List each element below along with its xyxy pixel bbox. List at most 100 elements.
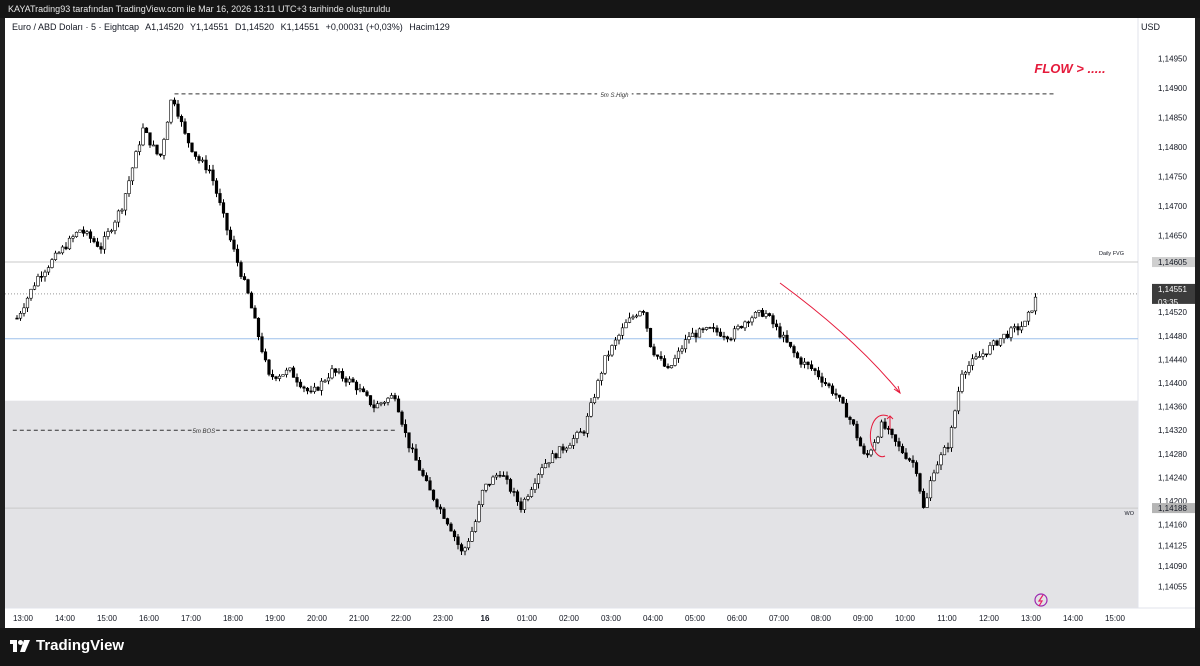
x-tick-label: 18:00 bbox=[223, 614, 244, 623]
candle-body bbox=[365, 391, 369, 396]
candle-body bbox=[781, 334, 786, 338]
candle-body bbox=[193, 151, 198, 157]
candle-body bbox=[155, 144, 159, 155]
x-tick-label: 04:00 bbox=[643, 614, 664, 623]
candle-body bbox=[603, 355, 607, 374]
candle-body bbox=[494, 474, 499, 478]
x-tick-label: 23:00 bbox=[433, 614, 454, 623]
candle-body bbox=[484, 483, 488, 491]
candle-body bbox=[29, 288, 33, 299]
candle-body bbox=[400, 411, 404, 425]
candle-body bbox=[39, 276, 44, 278]
candle-body bbox=[949, 427, 954, 449]
candle-body bbox=[921, 490, 926, 508]
candle-body bbox=[739, 325, 744, 329]
candle-body bbox=[64, 246, 68, 250]
candle-body bbox=[333, 368, 338, 373]
candle-body bbox=[722, 335, 726, 338]
candle-body bbox=[627, 317, 632, 323]
attribution-bar: KAYATrading93 tarafından TradingView.com… bbox=[0, 0, 1200, 18]
candle-body bbox=[232, 239, 236, 250]
y-tick-label: 1,14850 bbox=[1158, 114, 1187, 123]
candle-body bbox=[918, 473, 922, 492]
candle-body bbox=[655, 354, 660, 357]
candle-body bbox=[459, 544, 464, 552]
candle-body bbox=[760, 309, 765, 317]
x-tick-label: 02:00 bbox=[559, 614, 580, 623]
countdown-label: 03:35 bbox=[1158, 298, 1179, 307]
candle-body bbox=[386, 397, 390, 403]
candle-body bbox=[463, 547, 467, 552]
candle-body bbox=[988, 345, 992, 355]
candle-body bbox=[900, 446, 905, 454]
candle-body bbox=[736, 325, 740, 330]
candle-body bbox=[879, 421, 884, 438]
candle-body bbox=[799, 357, 803, 365]
candle-body bbox=[144, 127, 149, 134]
candle-body bbox=[270, 374, 275, 378]
candle-body bbox=[851, 419, 856, 425]
wo-price-tag: 1,14188 bbox=[1158, 504, 1187, 513]
currency-label[interactable]: USD bbox=[1141, 22, 1160, 32]
candle-body bbox=[137, 144, 142, 152]
candle-body bbox=[130, 167, 135, 182]
candle-body bbox=[771, 315, 775, 325]
candle-body bbox=[165, 121, 170, 140]
x-tick-label: 13:00 bbox=[1021, 614, 1042, 623]
candle-body bbox=[564, 447, 569, 451]
y-tick-label: 1,14520 bbox=[1158, 308, 1187, 317]
candle-body bbox=[501, 475, 506, 477]
candle-body bbox=[225, 212, 229, 231]
candle-body bbox=[179, 116, 184, 123]
y-tick-label: 1,14700 bbox=[1158, 202, 1187, 211]
candle-body bbox=[337, 371, 341, 373]
candle-body bbox=[361, 388, 366, 393]
candle-body bbox=[211, 169, 215, 182]
y-tick-label: 1,14750 bbox=[1158, 173, 1187, 182]
candle-body bbox=[914, 462, 919, 474]
candle-body bbox=[162, 139, 166, 156]
x-tick-label: 10:00 bbox=[895, 614, 916, 623]
candle-body bbox=[46, 267, 51, 273]
candle-body bbox=[36, 276, 40, 287]
wo-label: WO bbox=[1125, 511, 1135, 517]
candle-body bbox=[981, 353, 985, 357]
candle-body bbox=[113, 221, 117, 231]
candle-body bbox=[1005, 333, 1010, 338]
candle-body bbox=[389, 395, 394, 399]
candle-body bbox=[816, 370, 821, 378]
x-tick-label: 01:00 bbox=[517, 614, 538, 623]
candle-body bbox=[977, 356, 982, 358]
x-tick-label: 16:00 bbox=[139, 614, 160, 623]
chart-area[interactable]: 5m S.High 5m BOS Daily FVG WO FLOW > ..... 1,… bbox=[5, 18, 1195, 628]
candle-body bbox=[750, 317, 754, 323]
candle-body bbox=[1009, 327, 1013, 338]
candle-body bbox=[543, 463, 548, 469]
candle-body bbox=[806, 361, 810, 366]
candle-body bbox=[820, 376, 824, 383]
candle-body bbox=[883, 421, 887, 429]
candle-body bbox=[648, 327, 653, 348]
candle-body bbox=[638, 311, 642, 317]
candle-body bbox=[827, 383, 831, 387]
candle-body bbox=[176, 103, 180, 117]
candle-body bbox=[491, 476, 495, 485]
candle-body bbox=[487, 483, 492, 486]
candle-body bbox=[498, 474, 502, 477]
candle-body bbox=[323, 380, 327, 383]
candle-body bbox=[505, 475, 509, 480]
candle-body bbox=[774, 323, 779, 328]
legend-high: Y1,14551 bbox=[189, 22, 229, 32]
candle-body bbox=[421, 470, 425, 476]
fvg-price-tag: 1,14605 bbox=[1158, 258, 1187, 267]
x-tick-label: 11:00 bbox=[937, 614, 957, 623]
candle-body bbox=[673, 357, 677, 366]
candle-body bbox=[256, 317, 261, 338]
candle-body bbox=[848, 416, 852, 420]
price-chart[interactable]: 5m S.High 5m BOS Daily FVG WO FLOW > ..... 1,… bbox=[5, 18, 1195, 628]
candle-body bbox=[904, 452, 908, 459]
candle-body bbox=[477, 504, 481, 522]
candle-body bbox=[855, 423, 859, 439]
price-axis-panel bbox=[1138, 18, 1195, 628]
tradingview-logo[interactable]: TradingView bbox=[10, 637, 124, 654]
